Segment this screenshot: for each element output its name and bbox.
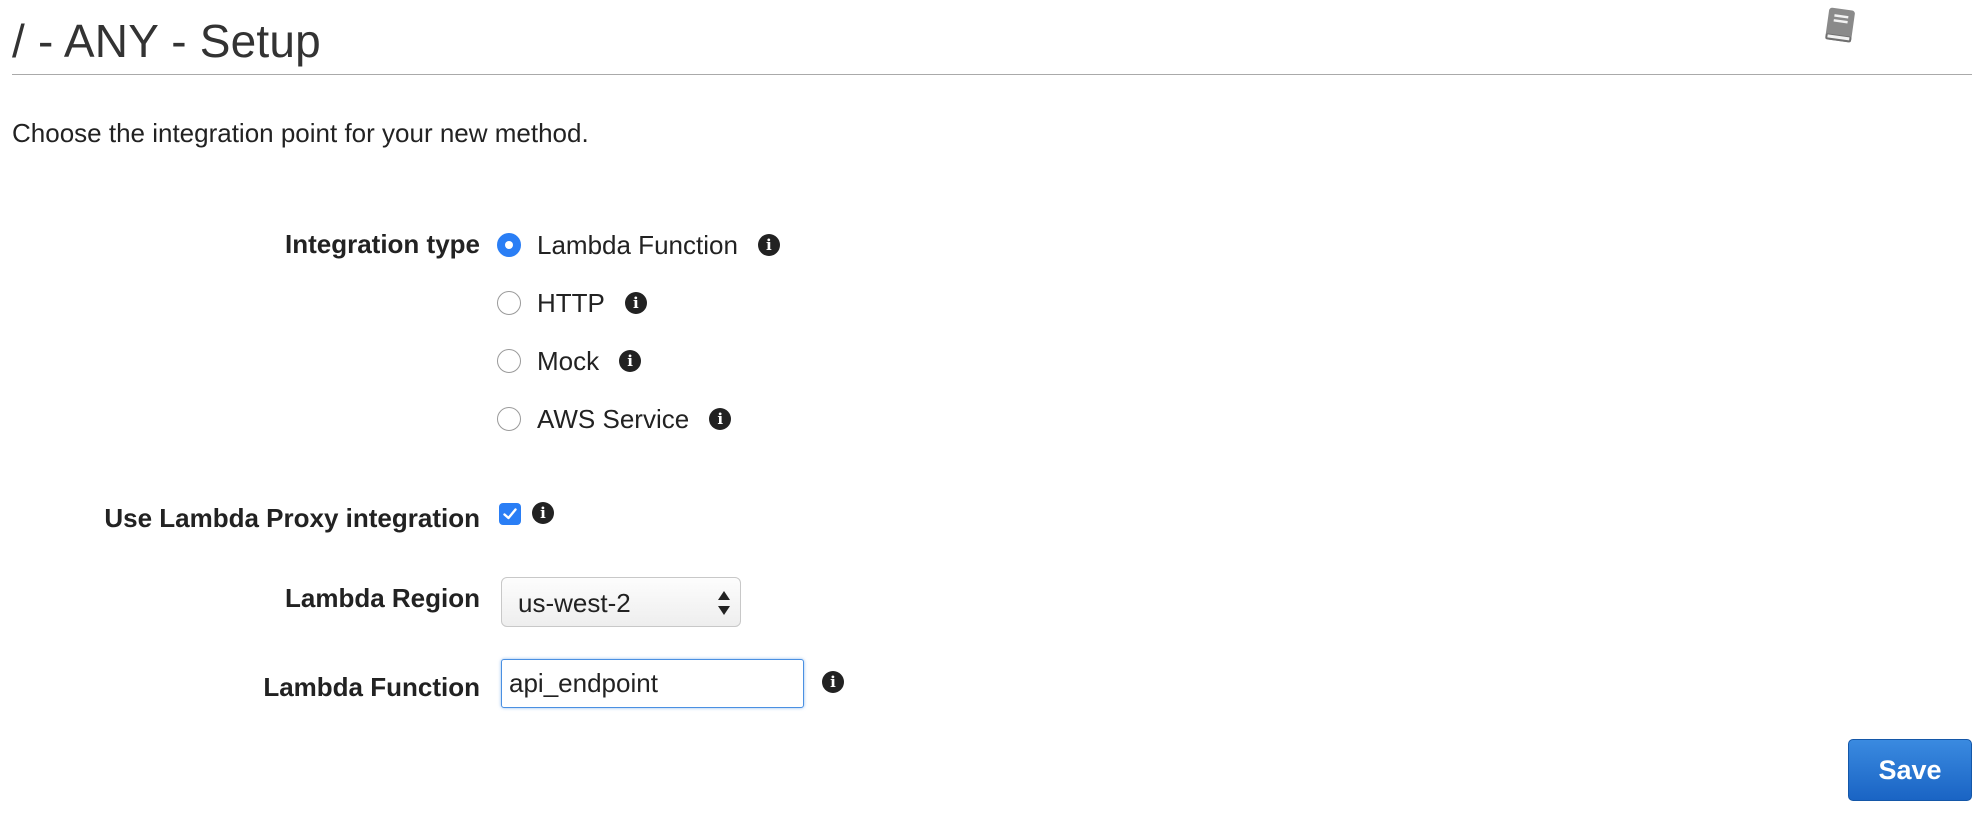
info-icon[interactable]: i: [757, 234, 780, 256]
lambda-function-label: Lambda Function: [263, 672, 480, 702]
option-label[interactable]: AWS Service: [537, 404, 689, 435]
radio-http[interactable]: [497, 291, 521, 315]
info-icon[interactable]: i: [532, 502, 554, 524]
radio-lambda-function[interactable]: [497, 233, 521, 257]
option-label[interactable]: Lambda Function: [537, 230, 738, 261]
proxy-integration-label: Use Lambda Proxy integration: [104, 503, 480, 533]
info-icon[interactable]: i: [822, 671, 844, 693]
option-aws-service[interactable]: AWS Service i: [497, 402, 732, 436]
intro-text: Choose the integration point for your ne…: [12, 118, 589, 148]
radio-aws-service[interactable]: [497, 407, 521, 431]
integration-type-label: Integration type: [284, 229, 480, 259]
info-icon[interactable]: i: [709, 408, 732, 430]
book-icon[interactable]: [1818, 4, 1862, 48]
radio-mock[interactable]: [497, 349, 521, 373]
lambda-function-input[interactable]: [501, 659, 804, 708]
lambda-region-value: us-west-2: [518, 588, 631, 618]
proxy-integration-checkbox[interactable]: [499, 503, 521, 525]
page-title: / - ANY - Setup: [12, 15, 321, 67]
title-divider: [12, 74, 1972, 75]
save-button[interactable]: Save: [1848, 739, 1972, 801]
lambda-region-select[interactable]: us-west-2: [501, 577, 741, 627]
select-arrows-icon: [718, 591, 730, 615]
option-lambda-function[interactable]: Lambda Function i: [497, 228, 780, 262]
option-label[interactable]: HTTP: [537, 288, 605, 319]
option-mock[interactable]: Mock i: [497, 344, 642, 378]
info-icon[interactable]: i: [619, 350, 642, 372]
option-label[interactable]: Mock: [537, 346, 599, 377]
option-http[interactable]: HTTP i: [497, 286, 647, 320]
info-icon[interactable]: i: [624, 292, 647, 314]
lambda-region-label: Lambda Region: [284, 583, 480, 613]
